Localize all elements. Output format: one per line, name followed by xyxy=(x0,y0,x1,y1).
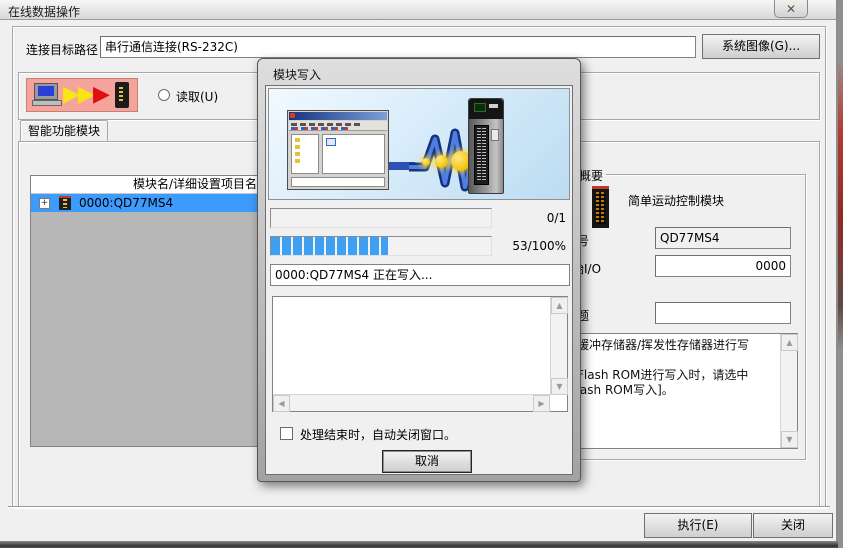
scroll-right-icon[interactable]: ▶ xyxy=(533,395,550,412)
module-row-label: 0000:QD77MS4 xyxy=(79,196,173,210)
module-icon xyxy=(59,196,71,210)
module-count-text: 0/1 xyxy=(547,211,566,225)
log-vertical-scrollbar[interactable]: ▲ ▼ xyxy=(550,297,567,395)
read-radio[interactable] xyxy=(158,89,170,101)
window-title: 在线数据操作 xyxy=(8,3,80,20)
scroll-up-icon[interactable]: ▲ xyxy=(781,334,798,351)
execute-button[interactable]: 执行(E) xyxy=(644,513,752,538)
plc-module-illustration xyxy=(468,98,504,194)
model-field: QD77MS4 xyxy=(655,227,791,249)
window-bottom-edge xyxy=(0,541,838,548)
scroll-up-icon[interactable]: ▲ xyxy=(551,297,568,314)
scroll-down-icon[interactable]: ▼ xyxy=(781,431,798,448)
desktop-background-sliver xyxy=(838,60,843,350)
read-radio-label: 读取(U) xyxy=(176,88,218,105)
close-button[interactable]: 关闭 xyxy=(753,513,833,538)
mini-output-area xyxy=(291,177,385,187)
scroll-down-icon[interactable]: ▼ xyxy=(551,378,568,395)
close-icon[interactable]: ✕ xyxy=(774,0,808,18)
simple-motion-module-icon xyxy=(592,186,609,228)
write-progressbar-fill xyxy=(271,237,388,255)
expand-icon[interactable]: + xyxy=(39,198,50,209)
module-write-dialog-content: 0/1 53/100% 0000:QD77MS4 正在写入... ▲ ▼ ◀ ▶… xyxy=(265,85,573,475)
write-status-text: 0000:QD77MS4 正在写入... xyxy=(270,264,570,286)
write-log-box: ▲ ▼ ◀ ▶ xyxy=(272,296,568,412)
connection-path-input[interactable]: 串行通信连接(RS-232C) xyxy=(100,36,696,58)
module-write-dialog-title: 模块写入 xyxy=(273,66,321,83)
start-io-field[interactable]: 0000 xyxy=(655,255,791,277)
footer-divider xyxy=(8,506,830,508)
write-progressbar xyxy=(270,236,492,256)
write-percent-text: 53/100% xyxy=(512,239,566,253)
module-description: 简单运动控制模块 xyxy=(628,192,724,209)
module-count-progressbar xyxy=(270,208,492,228)
transfer-illustration xyxy=(268,88,570,200)
title-field[interactable] xyxy=(655,302,791,324)
titlebar: 在线数据操作 xyxy=(0,0,836,20)
connection-path-label: 连接目标路径 xyxy=(26,41,98,58)
info-vertical-scrollbar[interactable]: ▲ ▼ xyxy=(780,334,797,448)
signal-dot-small-icon xyxy=(422,158,430,166)
system-image-button[interactable]: 系统图像(G)... xyxy=(702,34,820,59)
tab-intelligent-function-module[interactable]: 智能功能模块 xyxy=(20,120,108,142)
write-direction-icon: ▶ ▶ ▶ xyxy=(26,78,138,112)
computer-icon xyxy=(32,83,62,107)
auto-close-checkbox[interactable] xyxy=(280,427,293,440)
mini-titlebar xyxy=(289,112,387,120)
arrow-red-icon: ▶ xyxy=(93,81,110,109)
module-info-text: 对缓冲存储器/挥发性存储器进行写 入。 对Flash ROM进行写入时，请选中 … xyxy=(565,338,775,398)
mini-edit-area xyxy=(322,134,385,174)
cancel-button[interactable]: 取消 xyxy=(382,450,472,473)
software-window-illustration xyxy=(287,110,389,190)
mini-toolbar xyxy=(289,121,387,131)
module-write-dialog: 模块写入 xyxy=(257,58,581,482)
close-glyph: ✕ xyxy=(786,2,796,16)
signal-dot-medium-icon xyxy=(435,155,448,168)
scroll-left-icon[interactable]: ◀ xyxy=(273,395,290,412)
screen: 在线数据操作 ✕ 连接目标路径 串行通信连接(RS-232C) 系统图像(G).… xyxy=(0,0,843,548)
log-horizontal-scrollbar[interactable]: ◀ ▶ xyxy=(273,394,550,411)
module-info-box: 对缓冲存储器/挥发性存储器进行写 入。 对Flash ROM进行写入时，请选中 … xyxy=(558,333,798,449)
auto-close-label: 处理结束时，自动关闭窗口。 xyxy=(300,426,456,443)
module-icon xyxy=(115,82,129,108)
mini-project-tree xyxy=(291,134,319,174)
